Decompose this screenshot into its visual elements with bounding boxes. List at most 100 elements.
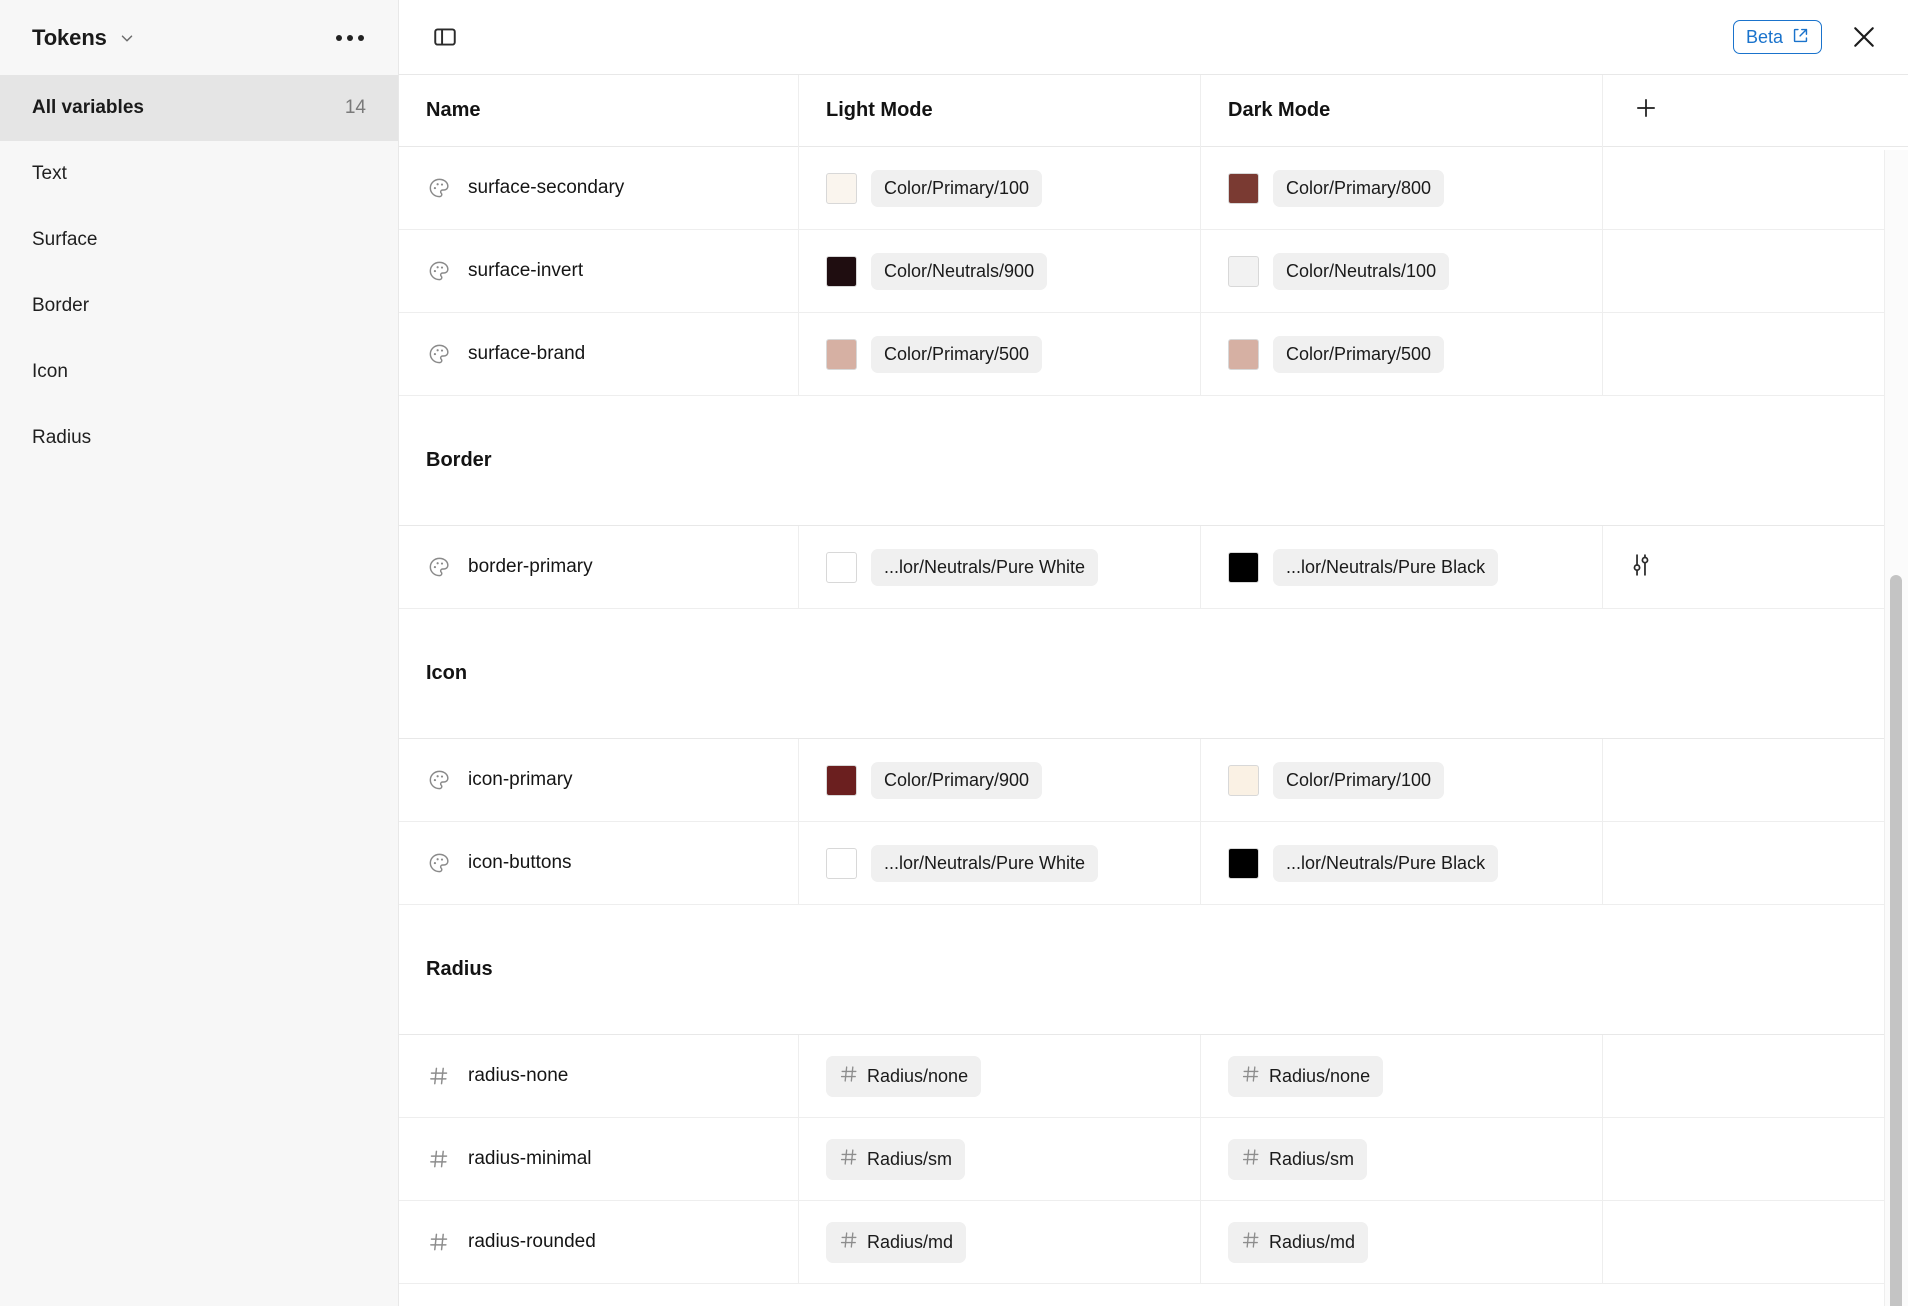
sidebar-toggle-icon[interactable] bbox=[425, 17, 465, 57]
color-swatch-light[interactable] bbox=[826, 338, 857, 370]
cell-name[interactable]: surface-brand bbox=[399, 313, 799, 395]
table-row[interactable]: icon-buttons ...lor/Neutrals/Pure White..… bbox=[399, 822, 1908, 905]
color-swatch-light[interactable] bbox=[826, 764, 857, 796]
token-chip-dark[interactable]: Color/Primary/800 bbox=[1273, 169, 1445, 207]
token-chip-dark[interactable]: Radius/none bbox=[1228, 1055, 1384, 1097]
token-value-dark: Color/Primary/800 bbox=[1286, 177, 1432, 198]
color-swatch-light[interactable] bbox=[826, 255, 857, 287]
token-chip-dark[interactable]: Color/Primary/100 bbox=[1273, 761, 1445, 799]
sidebar-item-surface[interactable]: Surface bbox=[0, 207, 398, 273]
cell-dark-mode[interactable]: Color/Neutrals/100 bbox=[1201, 230, 1603, 312]
cell-dark-mode[interactable]: ...lor/Neutrals/Pure Black bbox=[1201, 526, 1603, 608]
create-variable-button[interactable]: Create variable bbox=[399, 1284, 1908, 1306]
cell-actions[interactable] bbox=[1603, 526, 1908, 608]
variable-name: radius-rounded bbox=[468, 1231, 596, 1252]
cell-name[interactable]: surface-invert bbox=[399, 230, 799, 312]
cell-dark-mode[interactable]: Color/Primary/800 bbox=[1201, 147, 1603, 229]
cell-actions[interactable] bbox=[1603, 1201, 1908, 1283]
color-swatch-dark[interactable] bbox=[1228, 172, 1259, 204]
token-value-dark: Color/Neutrals/100 bbox=[1286, 260, 1437, 281]
token-chip-dark[interactable]: Radius/sm bbox=[1228, 1138, 1368, 1180]
cell-dark-mode[interactable]: Color/Primary/100 bbox=[1201, 739, 1603, 821]
vertical-scrollbar[interactable] bbox=[1890, 575, 1902, 1306]
cell-actions[interactable] bbox=[1603, 739, 1908, 821]
cell-light-mode[interactable]: Color/Primary/100 bbox=[799, 147, 1201, 229]
table-row[interactable]: radius-rounded Radius/md Radius/md bbox=[399, 1201, 1908, 1284]
add-mode-button[interactable] bbox=[1603, 75, 1908, 147]
variable-name: icon-buttons bbox=[468, 852, 572, 873]
more-horizontal-icon[interactable] bbox=[332, 27, 368, 49]
close-icon[interactable] bbox=[1844, 17, 1884, 57]
cell-dark-mode[interactable]: Color/Primary/500 bbox=[1201, 313, 1603, 395]
cell-light-mode[interactable]: Radius/none bbox=[799, 1035, 1201, 1117]
token-chip-dark[interactable]: Radius/md bbox=[1228, 1221, 1369, 1263]
table-row[interactable]: icon-primary Color/Primary/900 Color/Prima… bbox=[399, 739, 1908, 822]
group-title: Radius bbox=[426, 958, 493, 980]
cell-name[interactable]: icon-primary bbox=[399, 739, 799, 821]
cell-dark-mode[interactable]: Radius/none bbox=[1201, 1035, 1603, 1117]
cell-light-mode[interactable]: Color/Primary/900 bbox=[799, 739, 1201, 821]
token-chip-light[interactable]: Color/Primary/100 bbox=[871, 169, 1043, 207]
token-chip-dark[interactable]: ...lor/Neutrals/Pure Black bbox=[1273, 548, 1499, 586]
cell-light-mode[interactable]: Radius/md bbox=[799, 1201, 1201, 1283]
token-chip-light[interactable]: Color/Primary/900 bbox=[871, 761, 1043, 799]
token-chip-light[interactable]: ...lor/Neutrals/Pure White bbox=[871, 548, 1099, 586]
cell-actions[interactable] bbox=[1603, 147, 1908, 229]
color-swatch-light[interactable] bbox=[826, 551, 857, 583]
table-row[interactable]: surface-secondary Color/Primary/100 Color/… bbox=[399, 147, 1908, 230]
cell-dark-mode[interactable]: ...lor/Neutrals/Pure Black bbox=[1201, 822, 1603, 904]
table-row[interactable]: radius-none Radius/none Radius/none bbox=[399, 1035, 1908, 1118]
token-chip-dark[interactable]: Color/Primary/500 bbox=[1273, 335, 1445, 373]
token-chip-light[interactable]: ...lor/Neutrals/Pure White bbox=[871, 844, 1099, 882]
table-row[interactable]: border-primary ...lor/Neutrals/Pure White… bbox=[399, 526, 1908, 609]
cell-name[interactable]: icon-buttons bbox=[399, 822, 799, 904]
chevron-down-icon[interactable] bbox=[118, 29, 136, 47]
cell-light-mode[interactable]: Color/Primary/500 bbox=[799, 313, 1201, 395]
column-header-dark-mode[interactable]: Dark Mode bbox=[1201, 75, 1603, 147]
main-content: Beta Name Light Mode Dark Mode surface-s… bbox=[399, 0, 1908, 1306]
token-chip-light[interactable]: Radius/none bbox=[826, 1055, 982, 1097]
sidebar-item-border[interactable]: Border bbox=[0, 273, 398, 339]
cell-name[interactable]: border-primary bbox=[399, 526, 799, 608]
column-header-name[interactable]: Name bbox=[399, 75, 799, 147]
token-chip-light[interactable]: Radius/md bbox=[826, 1221, 967, 1263]
cell-light-mode[interactable]: Radius/sm bbox=[799, 1118, 1201, 1200]
sidebar-item-radius[interactable]: Radius bbox=[0, 405, 398, 471]
sidebar-item-icon[interactable]: Icon bbox=[0, 339, 398, 405]
token-chip-dark[interactable]: ...lor/Neutrals/Pure Black bbox=[1273, 844, 1499, 882]
cell-actions[interactable] bbox=[1603, 230, 1908, 312]
color-swatch-dark[interactable] bbox=[1228, 255, 1259, 287]
color-swatch-dark[interactable] bbox=[1228, 847, 1259, 879]
cell-dark-mode[interactable]: Radius/md bbox=[1201, 1201, 1603, 1283]
table-row[interactable]: surface-invert Color/Neutrals/900 Color/Ne… bbox=[399, 230, 1908, 313]
sidebar-item-all-variables[interactable]: All variables 14 bbox=[0, 75, 398, 141]
cell-actions[interactable] bbox=[1603, 313, 1908, 395]
cell-dark-mode[interactable]: Radius/sm bbox=[1201, 1118, 1603, 1200]
token-chip-dark[interactable]: Color/Neutrals/100 bbox=[1273, 252, 1450, 290]
cell-name[interactable]: radius-minimal bbox=[399, 1118, 799, 1200]
sidebar-item-text[interactable]: Text bbox=[0, 141, 398, 207]
cell-name[interactable]: radius-none bbox=[399, 1035, 799, 1117]
token-chip-light[interactable]: Color/Neutrals/900 bbox=[871, 252, 1048, 290]
cell-light-mode[interactable]: ...lor/Neutrals/Pure White bbox=[799, 822, 1201, 904]
color-swatch-light[interactable] bbox=[826, 172, 857, 204]
cell-actions[interactable] bbox=[1603, 1035, 1908, 1117]
table-row[interactable]: radius-minimal Radius/sm Radius/sm bbox=[399, 1118, 1908, 1201]
cell-light-mode[interactable]: Color/Neutrals/900 bbox=[799, 230, 1201, 312]
color-swatch-light[interactable] bbox=[826, 847, 857, 879]
cell-actions[interactable] bbox=[1603, 1118, 1908, 1200]
column-header-light-mode[interactable]: Light Mode bbox=[799, 75, 1201, 147]
color-swatch-dark[interactable] bbox=[1228, 551, 1259, 583]
color-swatch-dark[interactable] bbox=[1228, 338, 1259, 370]
table-row[interactable]: surface-brand Color/Primary/500 Color/Prim… bbox=[399, 313, 1908, 396]
sliders-icon[interactable] bbox=[1627, 551, 1655, 584]
cell-name[interactable]: radius-rounded bbox=[399, 1201, 799, 1283]
color-swatch-dark[interactable] bbox=[1228, 764, 1259, 796]
hash-icon bbox=[839, 1064, 859, 1089]
cell-name[interactable]: surface-secondary bbox=[399, 147, 799, 229]
cell-light-mode[interactable]: ...lor/Neutrals/Pure White bbox=[799, 526, 1201, 608]
token-chip-light[interactable]: Color/Primary/500 bbox=[871, 335, 1043, 373]
beta-badge[interactable]: Beta bbox=[1732, 20, 1822, 54]
cell-actions[interactable] bbox=[1603, 822, 1908, 904]
token-chip-light[interactable]: Radius/sm bbox=[826, 1138, 966, 1180]
